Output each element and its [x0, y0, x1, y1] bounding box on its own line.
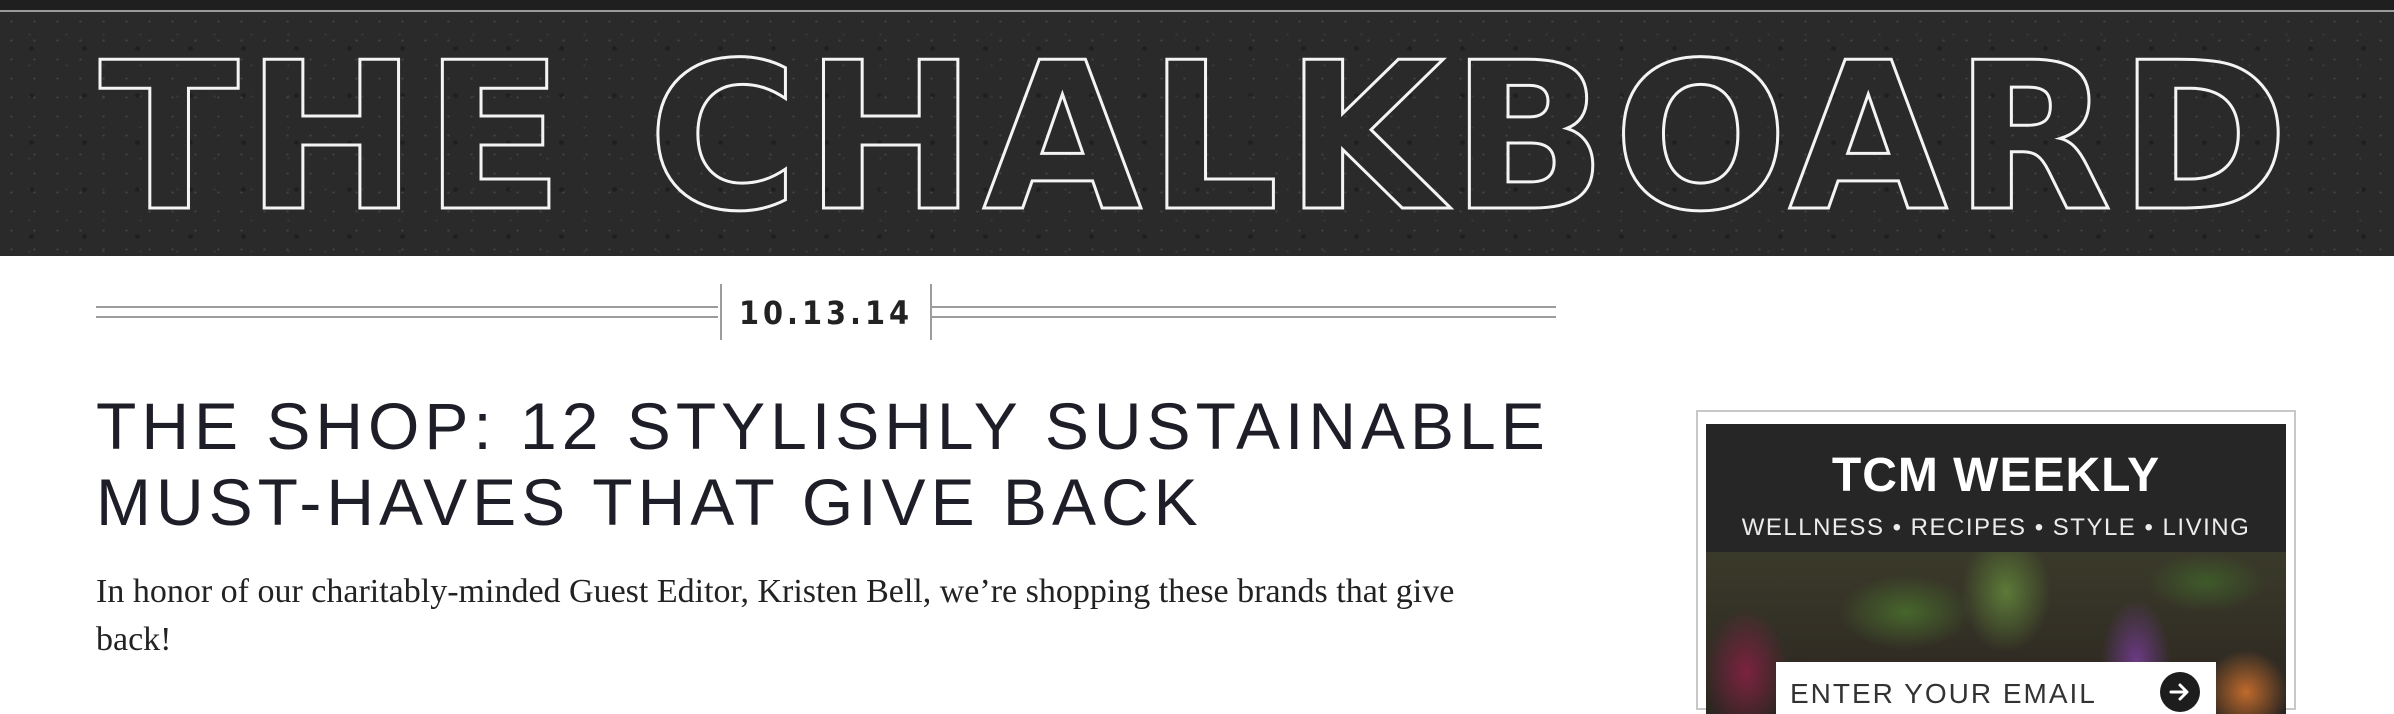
- top-border: [0, 0, 2394, 12]
- site-logo-text: THE CHALKBOARD: [99, 20, 2295, 256]
- article-title[interactable]: THE SHOP: 12 STYLISHLY SUSTAINABLE MUST-…: [96, 388, 1576, 540]
- email-input[interactable]: ENTER YOUR EMAIL: [1776, 662, 2216, 714]
- arrow-right-icon: [2169, 683, 2189, 701]
- newsletter-title: TCM WEEKLY: [1831, 449, 2161, 502]
- article-lede: In honor of our charitably-minded Guest …: [96, 568, 1556, 664]
- article-title-line-1: THE SHOP: 12 STYLISHLY SUSTAINABLE: [96, 389, 1550, 463]
- newsletter-signup: TCM WEEKLY WELLNESS • RECIPES • STYLE • …: [1696, 410, 2296, 714]
- rule-line-left: [96, 306, 718, 318]
- newsletter-subtitle: WELLNESS • RECIPES • STYLE • LIVING: [1741, 514, 2251, 541]
- email-placeholder: ENTER YOUR EMAIL: [1790, 678, 2097, 709]
- site-logo[interactable]: THE CHALKBOARD: [0, 12, 2394, 257]
- submit-button[interactable]: [2160, 672, 2200, 712]
- article-lede-line-2: back!: [96, 621, 172, 658]
- rule-line-right: [932, 306, 1556, 318]
- article-title-line-2: MUST-HAVES THAT GIVE BACK: [96, 465, 1203, 539]
- article-lede-line-1: In honor of our charitably-minded Guest …: [96, 573, 1455, 610]
- date-divider: 10.13.14: [96, 284, 1556, 340]
- masthead: THE CHALKBOARD: [0, 12, 2394, 256]
- newsletter-panel: TCM WEEKLY WELLNESS • RECIPES • STYLE • …: [1706, 424, 2286, 714]
- post-date: 10.13.14: [738, 294, 914, 332]
